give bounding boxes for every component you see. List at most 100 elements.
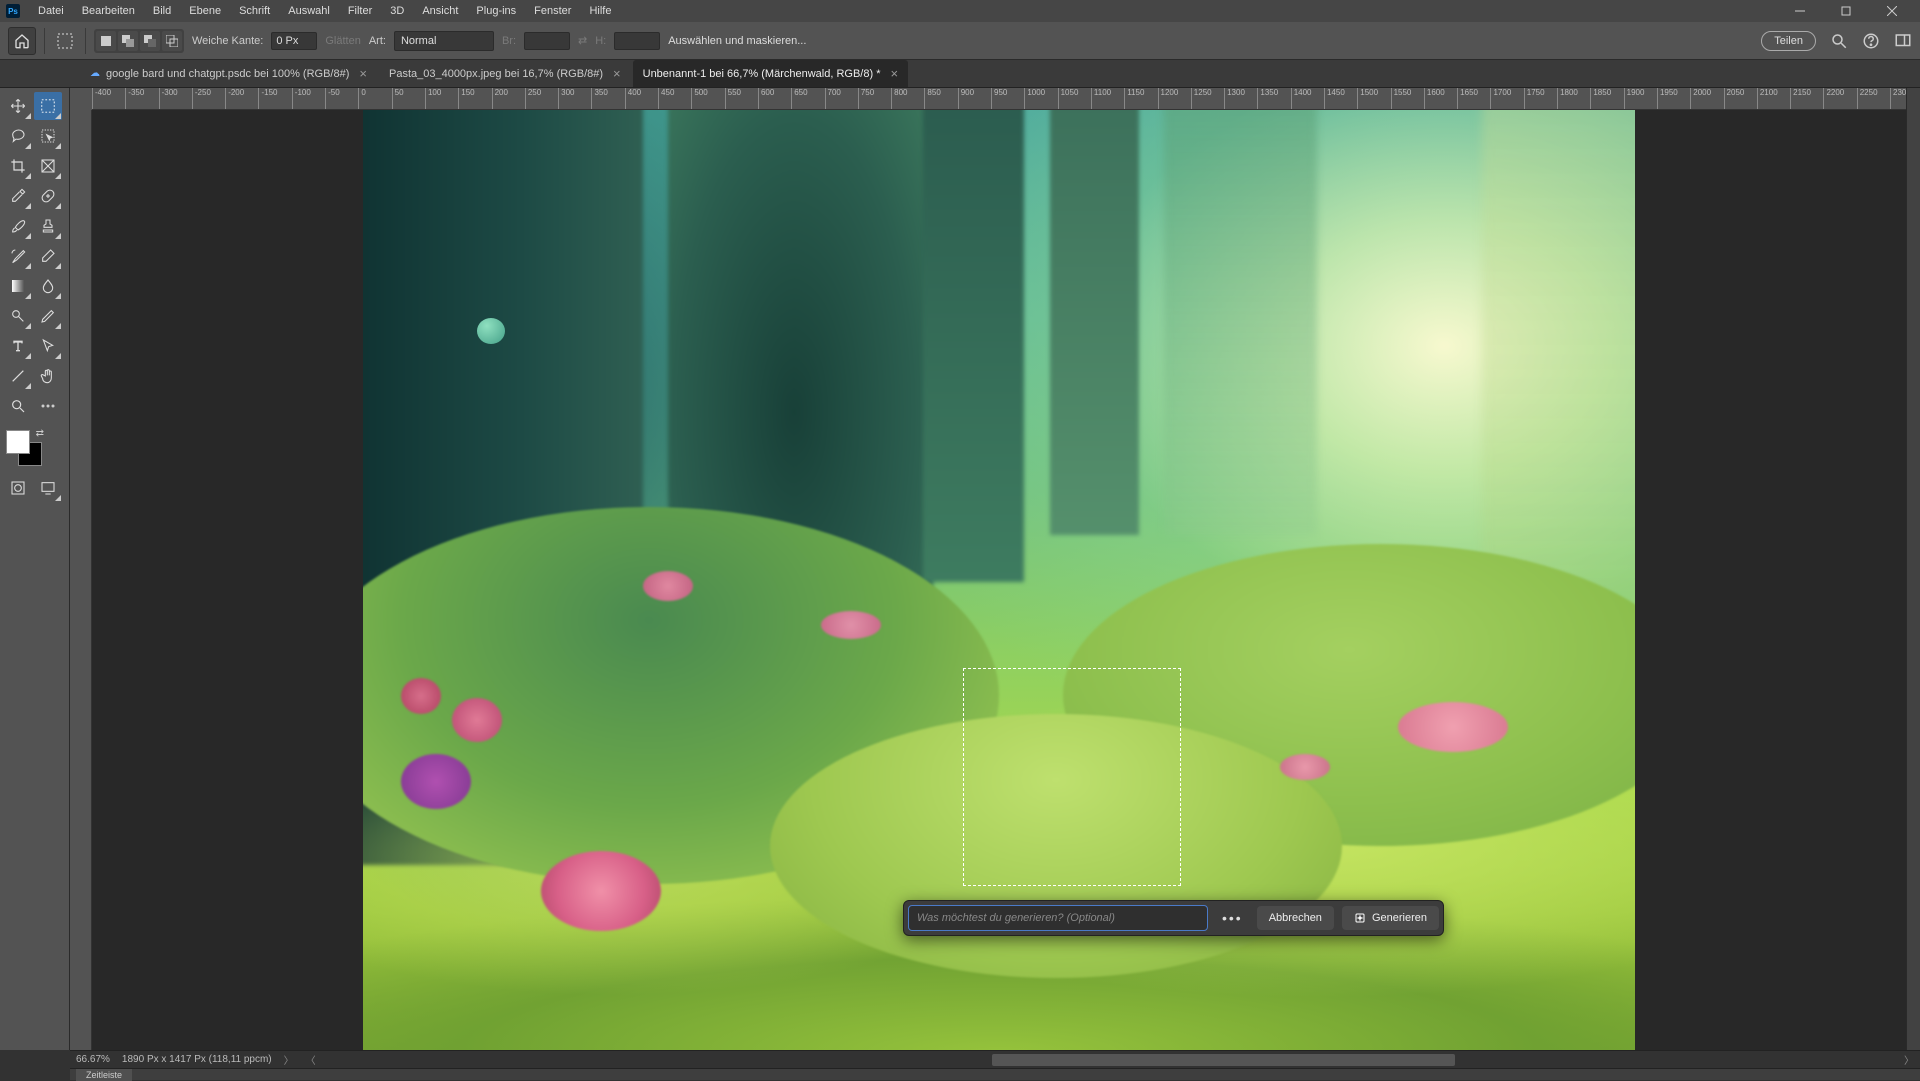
document-dimensions[interactable]: 1890 Px x 1417 Px (118,11 ppcm) [122, 1054, 272, 1065]
document-image[interactable]: ••• Abbrechen Generieren [363, 110, 1635, 1050]
edit-toolbar[interactable] [34, 392, 62, 420]
bottom-panel[interactable]: Zeitleiste [70, 1068, 1920, 1080]
crop-tool[interactable] [4, 152, 32, 180]
ruler-tick: 400 [625, 88, 658, 109]
object-select-tool[interactable] [34, 122, 62, 150]
ruler-tick: 50 [392, 88, 425, 109]
menu-3d[interactable]: 3D [382, 2, 412, 20]
close-icon[interactable]: × [613, 66, 621, 81]
type-tool[interactable] [4, 332, 32, 360]
marquee-tool-icon[interactable] [53, 29, 77, 53]
move-tool[interactable] [4, 92, 32, 120]
ruler-tick: 1400 [1291, 88, 1324, 109]
scrollbar-thumb[interactable] [992, 1054, 1456, 1066]
ruler-horizontal[interactable]: -400-350-300-250-200-150-100-50050100150… [92, 88, 1906, 110]
scroll-left-icon[interactable]: 〈 [306, 1052, 316, 1067]
selection-add[interactable] [118, 31, 138, 51]
screen-mode-tool[interactable] [34, 474, 62, 502]
marquee-tool[interactable] [34, 92, 62, 120]
generate-button[interactable]: Generieren [1342, 906, 1439, 930]
status-caret-icon[interactable]: 〉 [284, 1052, 294, 1067]
menu-file[interactable]: Datei [30, 2, 72, 20]
smooth-label: Glätten [325, 35, 360, 47]
history-brush-tool[interactable] [4, 242, 32, 270]
ruler-vertical[interactable] [70, 110, 92, 1050]
menu-layer[interactable]: Ebene [181, 2, 229, 20]
zoom-level[interactable]: 66.67% [76, 1054, 110, 1065]
foreground-color[interactable] [6, 430, 30, 454]
selection-subtract[interactable] [140, 31, 160, 51]
dodge-tool[interactable] [4, 302, 32, 330]
document-tab[interactable]: Pasta_03_4000px.jpeg bei 16,7% (RGB/8#) … [379, 60, 631, 87]
search-icon[interactable] [1830, 32, 1848, 50]
ruler-tick: 1050 [1058, 88, 1091, 109]
ruler-tick: -50 [325, 88, 358, 109]
document-tab-active[interactable]: Unbenannt-1 bei 66,7% (Märchenwald, RGB/… [633, 60, 908, 87]
zoom-tool[interactable] [4, 392, 32, 420]
healing-tool[interactable] [34, 182, 62, 210]
menu-help[interactable]: Hilfe [581, 2, 619, 20]
more-options-icon[interactable]: ••• [1216, 910, 1249, 926]
panel-collapse-strip[interactable] [1906, 88, 1920, 1050]
lasso-tool[interactable] [4, 122, 32, 150]
style-label: Art: [369, 35, 386, 47]
ruler-tick: 1850 [1590, 88, 1623, 109]
ruler-tick: 700 [825, 88, 858, 109]
cancel-button[interactable]: Abbrechen [1257, 906, 1334, 930]
canvas[interactable]: ••• Abbrechen Generieren [92, 110, 1906, 1050]
ruler-tick: 2050 [1724, 88, 1757, 109]
menu-plugins[interactable]: Plug-ins [468, 2, 524, 20]
close-icon[interactable]: × [359, 66, 367, 81]
brush-tool[interactable] [4, 212, 32, 240]
style-select[interactable]: Normal [394, 31, 494, 51]
ruler-tick: 1550 [1391, 88, 1424, 109]
feather-input[interactable] [271, 32, 317, 50]
hand-tool[interactable] [34, 362, 62, 390]
quick-mask-tool[interactable] [4, 474, 32, 502]
height-input [614, 32, 660, 50]
ruler-tick: 1500 [1357, 88, 1390, 109]
shape-tool[interactable] [4, 362, 32, 390]
frame-tool[interactable] [34, 152, 62, 180]
stamp-tool[interactable] [34, 212, 62, 240]
menu-filter[interactable]: Filter [340, 2, 380, 20]
workspace-icon[interactable] [1894, 32, 1912, 50]
menu-image[interactable]: Bild [145, 2, 179, 20]
help-icon[interactable] [1862, 32, 1880, 50]
menu-select[interactable]: Auswahl [280, 2, 338, 20]
gradient-tool[interactable] [4, 272, 32, 300]
eraser-tool[interactable] [34, 242, 62, 270]
selection-marquee[interactable] [963, 668, 1181, 886]
menu-view[interactable]: Ansicht [414, 2, 466, 20]
menu-window[interactable]: Fenster [526, 2, 579, 20]
menu-type[interactable]: Schrift [231, 2, 278, 20]
ruler-tick: 900 [958, 88, 991, 109]
close-icon[interactable]: × [890, 66, 898, 81]
selection-intersect[interactable] [162, 31, 182, 51]
eyedropper-tool[interactable] [4, 182, 32, 210]
document-tab[interactable]: ☁ google bard und chatgpt.psdc bei 100% … [80, 60, 377, 87]
swap-colors-icon[interactable]: ⇄ [36, 428, 44, 439]
blur-tool[interactable] [34, 272, 62, 300]
window-close[interactable] [1870, 0, 1914, 22]
ruler-origin[interactable] [70, 88, 92, 110]
share-button[interactable]: Teilen [1761, 31, 1816, 51]
ruler-tick: 2150 [1790, 88, 1823, 109]
selection-new[interactable] [96, 31, 116, 51]
select-and-mask-link[interactable]: Auswählen und maskieren... [668, 35, 806, 47]
scroll-right-icon[interactable]: 〉 [1904, 1052, 1914, 1067]
timeline-tab[interactable]: Zeitleiste [76, 1069, 132, 1081]
tab-label: google bard und chatgpt.psdc bei 100% (R… [106, 68, 349, 80]
horizontal-scrollbar[interactable] [528, 1054, 1892, 1066]
window-minimize[interactable] [1778, 0, 1822, 22]
ruler-tick: 1700 [1490, 88, 1523, 109]
path-select-tool[interactable] [34, 332, 62, 360]
menu-edit[interactable]: Bearbeiten [74, 2, 143, 20]
color-swatch[interactable]: ⇄ [4, 428, 44, 464]
pen-tool[interactable] [34, 302, 62, 330]
generative-prompt-input[interactable] [908, 905, 1208, 931]
window-maximize[interactable] [1824, 0, 1868, 22]
ruler-tick: -300 [159, 88, 192, 109]
ruler-tick: -200 [225, 88, 258, 109]
home-button[interactable] [8, 27, 36, 55]
